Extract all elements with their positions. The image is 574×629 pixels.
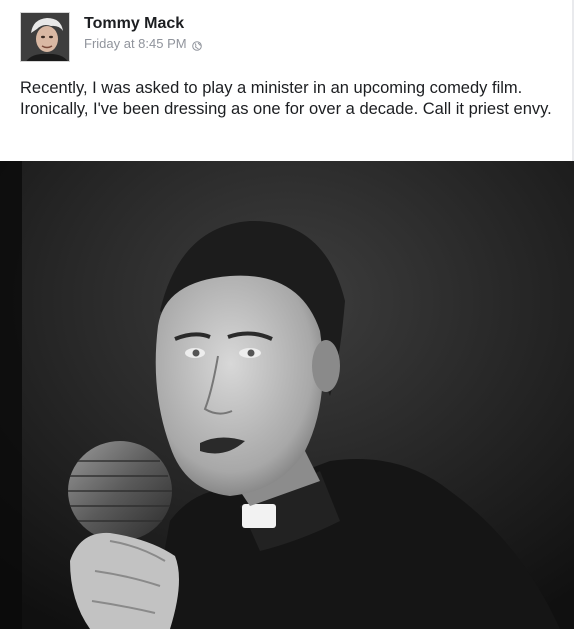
post-photo[interactable]: [0, 161, 574, 629]
avatar-photo: [21, 13, 69, 61]
post-header: Tommy Mack Friday at 8:45 PM: [20, 12, 202, 64]
globe-icon: [191, 39, 202, 51]
post-meta: Tommy Mack Friday at 8:45 PM: [84, 14, 202, 52]
author-name[interactable]: Tommy Mack: [84, 14, 202, 34]
facebook-post: Tommy Mack Friday at 8:45 PM Recently, I…: [0, 0, 574, 629]
avatar[interactable]: [20, 12, 70, 62]
post-timestamp-row: Friday at 8:45 PM: [84, 36, 202, 52]
post-timestamp[interactable]: Friday at 8:45 PM: [84, 36, 187, 52]
photo-image: [0, 161, 574, 629]
post-text: Recently, I was asked to play a minister…: [20, 79, 552, 118]
